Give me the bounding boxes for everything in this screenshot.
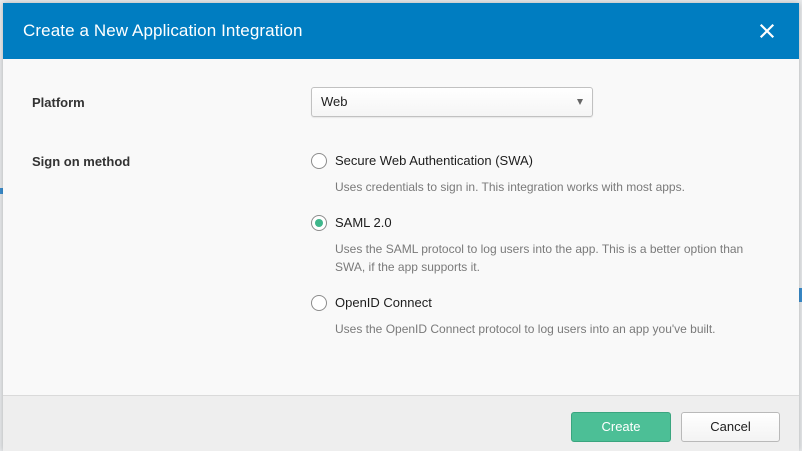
sign-on-method-label: Sign on method xyxy=(32,154,131,169)
option-saml: SAML 2.0 Uses the SAML protocol to log u… xyxy=(311,215,771,274)
option-swa: Secure Web Authentication (SWA) Uses cre… xyxy=(311,153,771,194)
create-button[interactable]: Create xyxy=(571,412,671,442)
option-swa-label[interactable]: Secure Web Authentication (SWA) xyxy=(335,153,533,169)
option-swa-description: Uses credentials to sign in. This integr… xyxy=(335,180,685,194)
dialog-header: Create a New Application Integration xyxy=(3,3,799,59)
platform-selected-value: Web xyxy=(321,94,348,109)
platform-select[interactable]: Web xyxy=(311,87,593,117)
close-button[interactable] xyxy=(757,21,777,41)
option-openid-label[interactable]: OpenID Connect xyxy=(335,295,432,311)
dialog-footer: Create Cancel xyxy=(3,395,799,451)
radio-saml[interactable] xyxy=(311,215,327,231)
dialog-title: Create a New Application Integration xyxy=(23,21,303,40)
option-saml-description: Uses the SAML protocol to log users into… xyxy=(335,242,744,274)
option-openid: OpenID Connect Uses the OpenID Connect p… xyxy=(311,295,771,336)
create-app-integration-dialog: Create a New Application Integration Pla… xyxy=(3,3,799,451)
platform-label: Platform xyxy=(32,95,85,110)
chevron-down-icon xyxy=(577,99,583,105)
close-icon xyxy=(759,23,775,39)
radio-swa[interactable] xyxy=(311,153,327,169)
cancel-button[interactable]: Cancel xyxy=(681,412,780,442)
radio-openid[interactable] xyxy=(311,295,327,311)
option-saml-label[interactable]: SAML 2.0 xyxy=(335,215,392,231)
option-openid-description: Uses the OpenID Connect protocol to log … xyxy=(335,322,716,336)
